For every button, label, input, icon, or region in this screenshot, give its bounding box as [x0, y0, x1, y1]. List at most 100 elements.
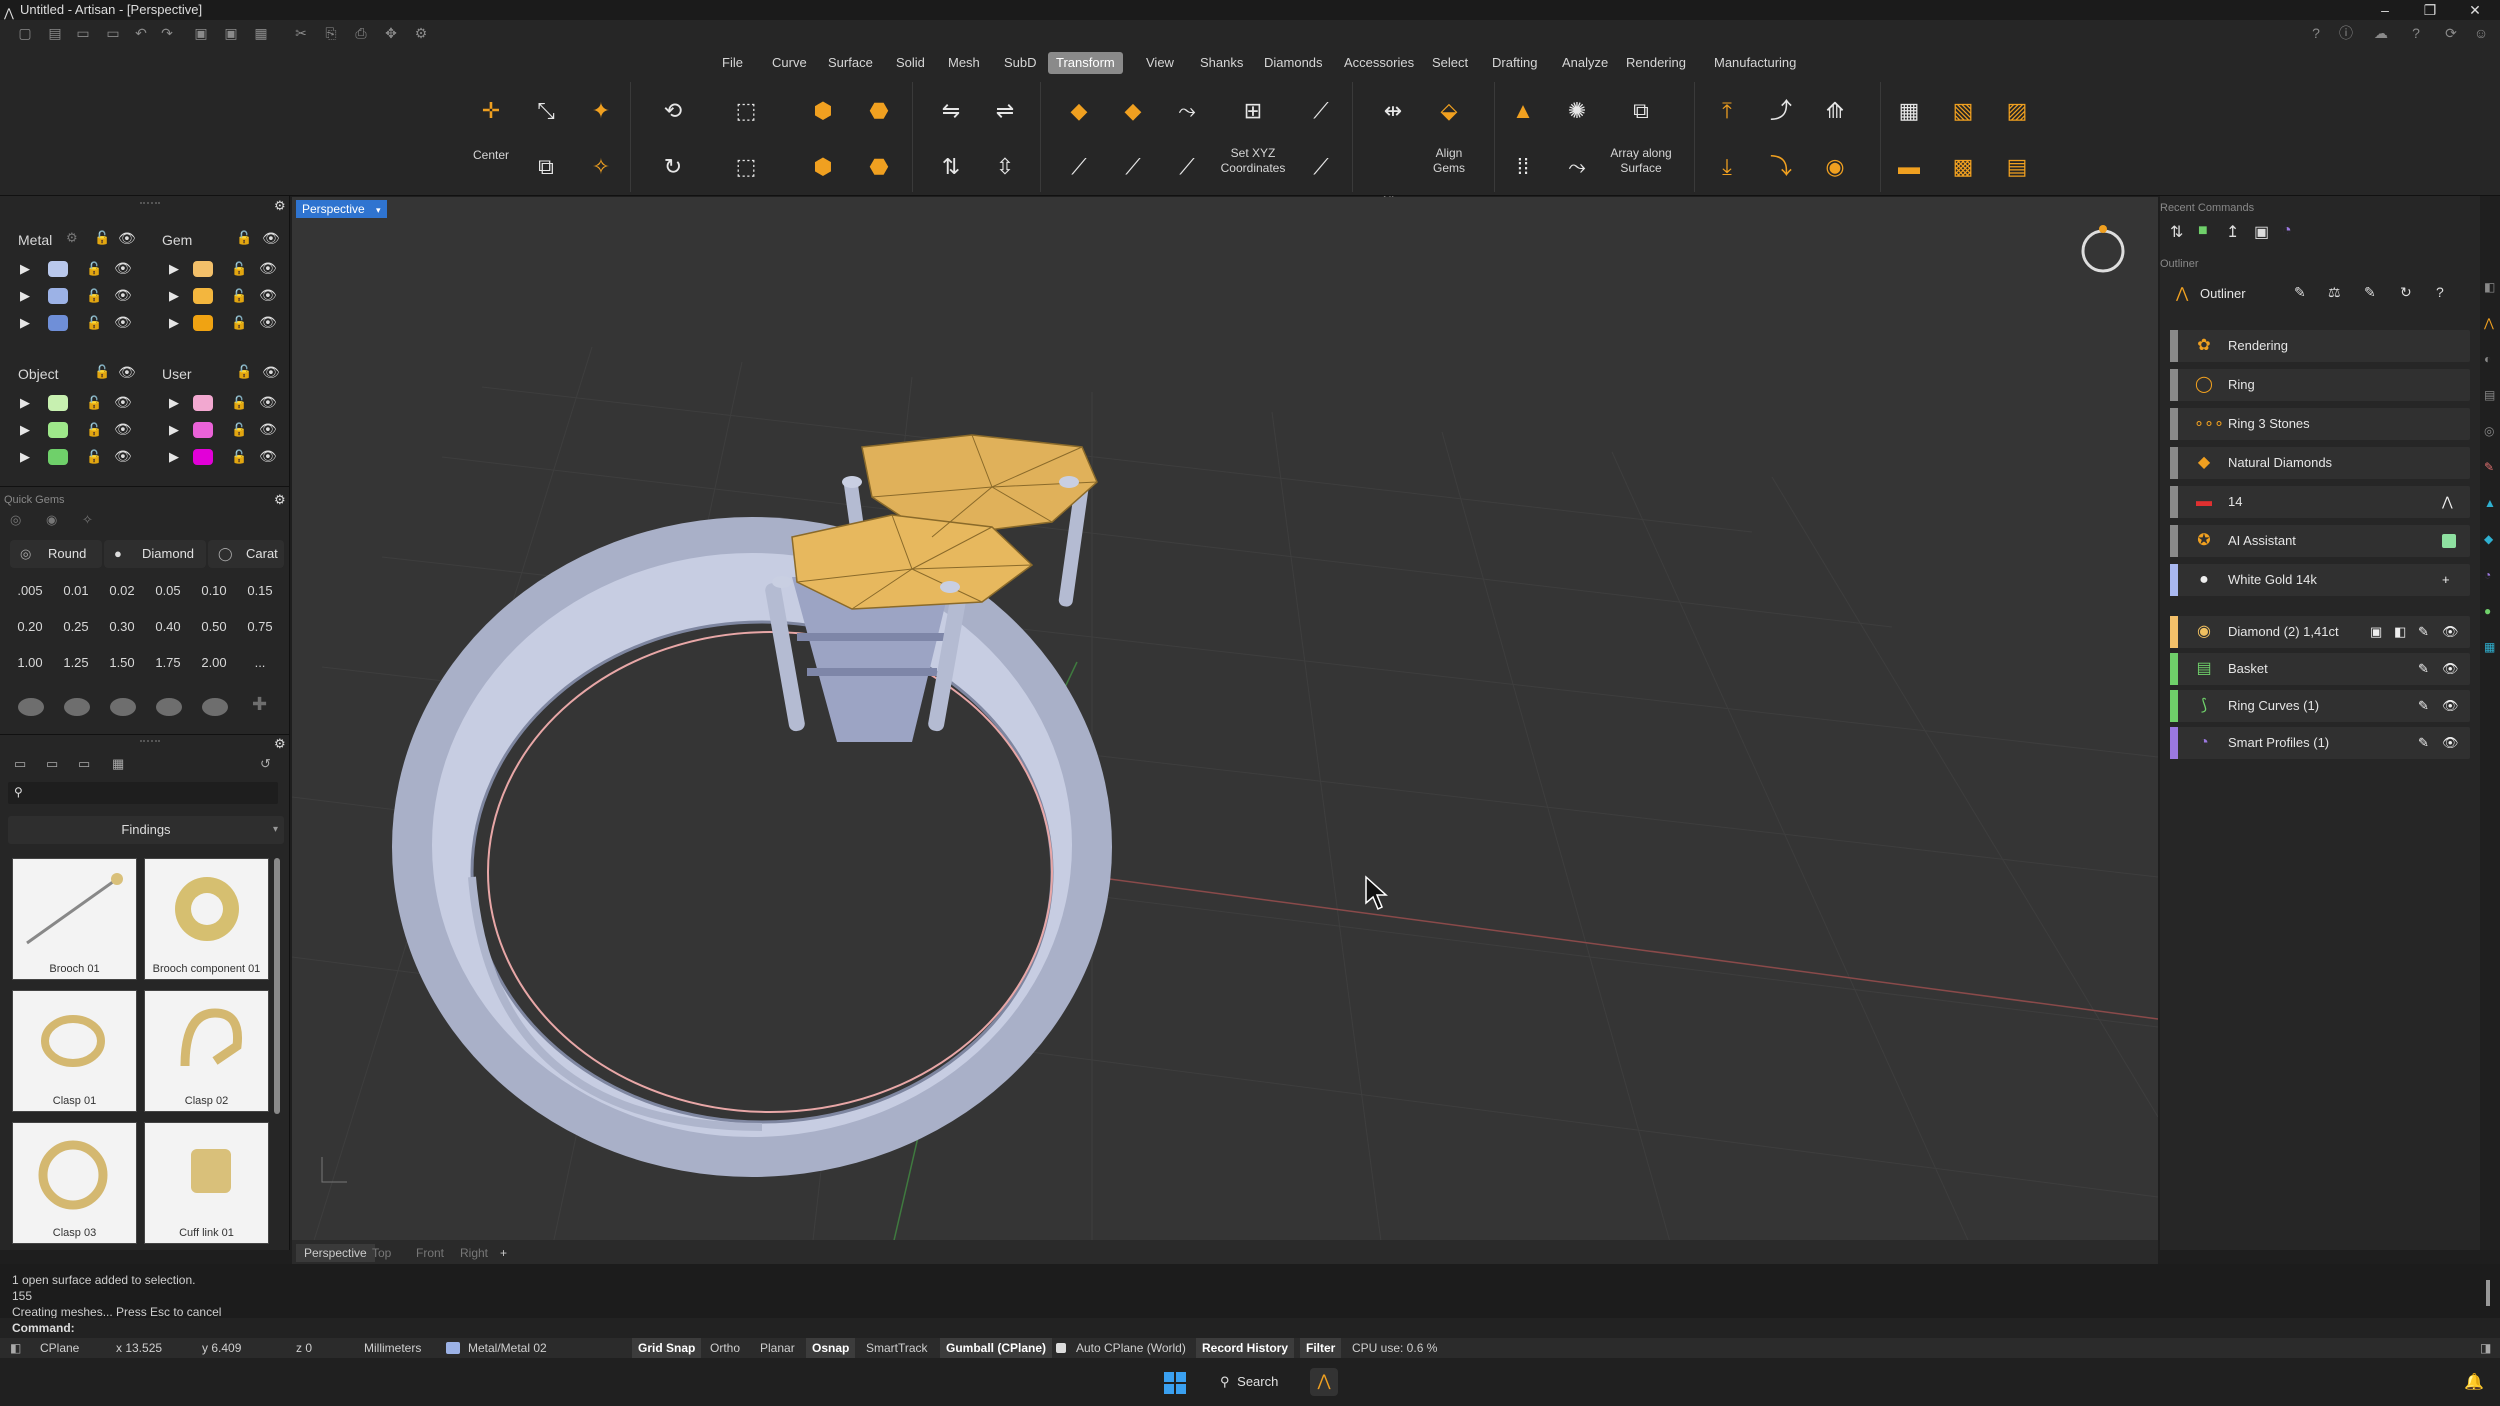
- status-units[interactable]: Millimeters: [358, 1338, 427, 1358]
- layer-color-swatch[interactable]: [48, 422, 68, 438]
- gem-size-button[interactable]: 0.01: [54, 576, 98, 606]
- eye-icon[interactable]: 👁: [114, 260, 132, 277]
- box-tool-icon[interactable]: ⬢: [802, 146, 844, 188]
- play-icon[interactable]: ▶: [20, 315, 30, 331]
- library-item[interactable]: Clasp 02: [144, 990, 269, 1112]
- plane-tool-icon[interactable]: ▬: [1888, 146, 1930, 188]
- recent-cmd-1-icon[interactable]: ⇅: [2170, 222, 2183, 242]
- ortho-toggle[interactable]: Ortho: [704, 1338, 746, 1358]
- panel-settings-icon[interactable]: ⚙: [274, 198, 286, 214]
- bend-tool-icon[interactable]: ⤒: [1706, 90, 1748, 132]
- paste-icon[interactable]: ⎙: [350, 24, 372, 42]
- eye-icon[interactable]: 👁: [114, 448, 132, 465]
- export-icon[interactable]: ▦: [250, 24, 272, 42]
- eye-icon[interactable]: 👁: [259, 448, 277, 465]
- lock-icon[interactable]: 🔓: [86, 395, 102, 411]
- outliner-item[interactable]: ● White Gold 14k +: [2170, 564, 2470, 596]
- outliner-item[interactable]: ∘∘∘ Ring 3 Stones: [2170, 408, 2470, 440]
- gem-unit-select[interactable]: ◯ Carat: [208, 540, 284, 568]
- outliner-item[interactable]: ◔ Smart Profiles (1) ✎ 👁: [2170, 727, 2470, 759]
- layer-row[interactable]: ▶ 🔓 👁: [0, 283, 140, 310]
- gem-size-button[interactable]: 1.00: [8, 648, 52, 678]
- status-cplane[interactable]: CPlane: [34, 1338, 85, 1358]
- array-surface-tool-icon[interactable]: ⧉: [1620, 90, 1662, 132]
- new-file-icon[interactable]: ▢: [14, 24, 36, 42]
- viewport-tab-front[interactable]: Front: [408, 1244, 452, 1262]
- gem-shape-select[interactable]: ◎ Round: [10, 540, 102, 568]
- library-add-folder-icon[interactable]: ▭: [46, 756, 58, 772]
- outliner-item[interactable]: ◉ Diamond (2) 1,41ct ✎ 👁 ▣ ◧: [2170, 616, 2470, 648]
- viewport-tab-perspective[interactable]: Perspective: [296, 1244, 375, 1262]
- gem-shape-cushion-icon[interactable]: [110, 698, 136, 716]
- command-line[interactable]: Command:: [0, 1318, 2500, 1338]
- ribbon-frame-tool-icon[interactable]: ▨: [1996, 90, 2038, 132]
- scale-tool-icon[interactable]: ⬚: [725, 90, 767, 132]
- gem-size-button[interactable]: 0.15: [238, 576, 282, 606]
- taper-tool-icon[interactable]: ⤓: [1706, 146, 1748, 188]
- planar-toggle[interactable]: Planar: [754, 1338, 801, 1358]
- library-scrollbar[interactable]: [274, 858, 280, 1114]
- menu-transform[interactable]: Transform: [1048, 52, 1123, 74]
- gem-shape-add-icon[interactable]: ✚: [252, 694, 267, 715]
- orient-tool-icon[interactable]: ◆: [1058, 90, 1100, 132]
- layer-color-swatch[interactable]: [193, 315, 213, 331]
- menu-view[interactable]: View: [1138, 52, 1182, 74]
- brush-icon[interactable]: ✎: [2294, 284, 2306, 301]
- edit-icon[interactable]: ✎: [2364, 284, 2376, 301]
- cage-tool-icon[interactable]: ⟰: [1814, 90, 1856, 132]
- gem-shape-pear-icon[interactable]: [156, 698, 182, 716]
- add-material-icon[interactable]: +: [2442, 564, 2450, 596]
- help-icon[interactable]: ?: [2305, 24, 2327, 42]
- menu-select[interactable]: Select: [1424, 52, 1476, 74]
- library-folder-icon[interactable]: ▭: [14, 756, 26, 772]
- align-gems-tool-icon[interactable]: ⬙: [1428, 90, 1470, 132]
- menu-curve[interactable]: Curve: [764, 52, 815, 74]
- gumball-toggle[interactable]: Gumball (CPlane): [940, 1338, 1053, 1358]
- layer-row[interactable]: ▶ 🔓 👁: [0, 256, 140, 283]
- align-tool-icon[interactable]: ⇹: [1372, 90, 1414, 132]
- undo-icon[interactable]: ↶: [130, 24, 152, 42]
- stretch-tool-icon[interactable]: ⟋: [1300, 90, 1342, 132]
- library-search-input[interactable]: ⚲: [8, 782, 278, 804]
- play-icon[interactable]: ▶: [20, 261, 30, 277]
- stretch-axis-tool-icon[interactable]: ⟋: [1300, 146, 1342, 188]
- redo-icon[interactable]: ↷: [156, 24, 178, 42]
- gem-type-select[interactable]: ● Diamond: [104, 540, 206, 568]
- hide-icon[interactable]: ◧: [2394, 616, 2406, 648]
- new-template-icon[interactable]: ▤: [44, 24, 66, 42]
- notification-bell-icon[interactable]: 🔔: [2464, 1372, 2484, 1392]
- user-visibility-icon[interactable]: 👁: [262, 364, 280, 381]
- record-history-toggle[interactable]: Record History: [1196, 1338, 1295, 1358]
- windows-start-icon[interactable]: [1164, 1372, 1186, 1394]
- ring-navigator-icon[interactable]: [2081, 229, 2125, 273]
- layer-color-swatch[interactable]: [48, 315, 68, 331]
- layer-row[interactable]: ▶ 🔓 👁: [145, 390, 285, 417]
- eye-icon[interactable]: 👁: [259, 394, 277, 411]
- gem-size-button[interactable]: 0.05: [146, 576, 190, 606]
- layer-row[interactable]: ▶ 🔓 👁: [145, 283, 285, 310]
- cut-icon[interactable]: ✂: [290, 24, 312, 42]
- library-item[interactable]: Clasp 01: [12, 990, 137, 1112]
- open-folder-icon[interactable]: ▭: [72, 24, 94, 42]
- layer-color-swatch[interactable]: [193, 261, 213, 277]
- play-icon[interactable]: ▶: [169, 449, 179, 465]
- smarttrack-toggle[interactable]: SmartTrack: [860, 1338, 934, 1358]
- layer-color-swatch[interactable]: [193, 449, 213, 465]
- outliner-item[interactable]: ◆ Natural Diamonds: [2170, 447, 2470, 479]
- layer-row[interactable]: ▶ 🔓 👁: [145, 417, 285, 444]
- scale-3d-tool-icon[interactable]: ⬚: [725, 146, 767, 188]
- outliner-item[interactable]: ✪ AI Assistant: [2170, 525, 2470, 557]
- gem-shape-marquise-icon[interactable]: [202, 698, 228, 716]
- edit-icon[interactable]: ✎: [2418, 690, 2429, 722]
- outliner-tab[interactable]: Outliner: [2200, 286, 2246, 301]
- edit-icon[interactable]: ✎: [2418, 727, 2429, 759]
- save-as-icon[interactable]: ▣: [220, 24, 242, 42]
- eye-icon[interactable]: 👁: [114, 287, 132, 304]
- menu-file[interactable]: File: [714, 52, 751, 74]
- layer-row[interactable]: ▶ 🔓 👁: [0, 390, 140, 417]
- menu-analyze[interactable]: Analyze: [1554, 52, 1616, 74]
- grid-snap-toggle[interactable]: Grid Snap: [632, 1338, 702, 1358]
- viewport-tab-right[interactable]: Right: [452, 1244, 496, 1262]
- menu-rendering[interactable]: Rendering: [1618, 52, 1694, 74]
- gem-size-button[interactable]: ...: [238, 648, 282, 678]
